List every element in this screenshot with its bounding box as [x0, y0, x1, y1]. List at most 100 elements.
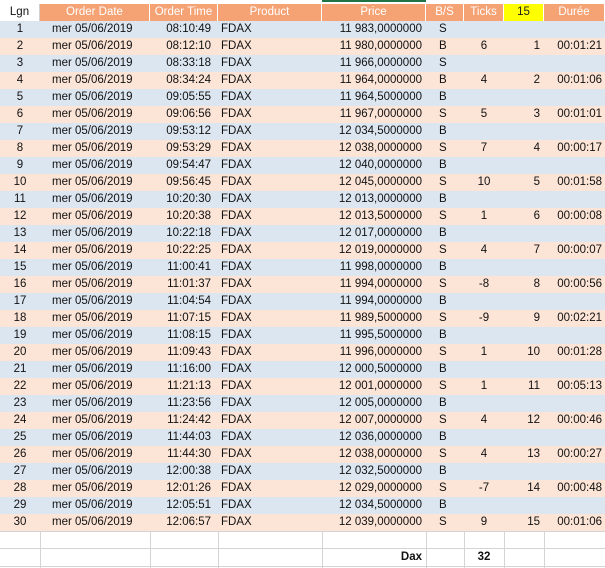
- cell-ticks[interactable]: [464, 463, 504, 480]
- cell-lgn[interactable]: 15: [0, 259, 40, 276]
- cell-bs[interactable]: S: [426, 514, 464, 531]
- header-product[interactable]: Product: [218, 4, 322, 21]
- cell-duree[interactable]: [544, 497, 605, 514]
- cell-lgn[interactable]: 27: [0, 463, 40, 480]
- cell-ticks[interactable]: [464, 293, 504, 310]
- cell-duree[interactable]: [544, 157, 605, 174]
- cell-order-time[interactable]: 11:04:54: [150, 293, 218, 310]
- cell-product[interactable]: FDAX: [218, 55, 322, 72]
- cell-ticks[interactable]: [464, 55, 504, 72]
- cell-order-time[interactable]: 09:54:47: [150, 157, 218, 174]
- table-row[interactable]: 17 mer 05/06/2019 11:04:54 FDAX 11 994,00000…: [0, 293, 605, 310]
- cell-order-time[interactable]: 12:01:26: [150, 480, 218, 497]
- cell-lgn[interactable]: 25: [0, 429, 40, 446]
- cell-order-time[interactable]: 08:33:18: [150, 55, 218, 72]
- cell-duree[interactable]: 00:00:46: [544, 412, 605, 429]
- table-row[interactable]: 5 mer 05/06/2019 09:05:55 FDAX 11 964,500000…: [0, 89, 605, 106]
- table-row[interactable]: 14 mer 05/06/2019 10:22:25 FDAX 12 019,00000…: [0, 242, 605, 259]
- cell-order-date[interactable]: mer 05/06/2019: [40, 208, 150, 225]
- table-row[interactable]: 18 mer 05/06/2019 11:07:15 FDAX 11 989,50000…: [0, 310, 605, 327]
- table-row[interactable]: 21 mer 05/06/2019 11:16:00 FDAX 12 000,50000…: [0, 361, 605, 378]
- cell-price[interactable]: 12 032,5000000: [322, 463, 426, 480]
- cell-bs[interactable]: S: [426, 412, 464, 429]
- table-row[interactable]: 11 mer 05/06/2019 10:20:30 FDAX 12 013,00000…: [0, 191, 605, 208]
- cell-lgn[interactable]: 20: [0, 344, 40, 361]
- cell-bs[interactable]: S: [426, 106, 464, 123]
- cell-bs[interactable]: S: [426, 276, 464, 293]
- cell-ticks[interactable]: 1: [464, 378, 504, 395]
- cell-bs[interactable]: S: [426, 378, 464, 395]
- cell-count[interactable]: 8: [504, 276, 544, 293]
- cell-order-date[interactable]: mer 05/06/2019: [40, 174, 150, 191]
- cell-ticks[interactable]: 4: [464, 242, 504, 259]
- cell-order-time[interactable]: 11:24:42: [150, 412, 218, 429]
- cell-lgn[interactable]: 8: [0, 140, 40, 157]
- cell-lgn[interactable]: 30: [0, 514, 40, 531]
- total-label[interactable]: Dax: [322, 549, 426, 566]
- cell-product[interactable]: FDAX: [218, 106, 322, 123]
- cell-duree[interactable]: [544, 21, 605, 38]
- cell-duree[interactable]: [544, 55, 605, 72]
- cell-count[interactable]: [504, 463, 544, 480]
- table-row[interactable]: 7 mer 05/06/2019 09:53:12 FDAX 12 034,500000…: [0, 123, 605, 140]
- cell-count[interactable]: 6: [504, 208, 544, 225]
- cell-product[interactable]: FDAX: [218, 72, 322, 89]
- cell-count[interactable]: [504, 21, 544, 38]
- cell-price[interactable]: 12 000,5000000: [322, 361, 426, 378]
- cell-lgn[interactable]: 23: [0, 395, 40, 412]
- cell-count[interactable]: 11: [504, 378, 544, 395]
- cell-order-time[interactable]: 11:21:13: [150, 378, 218, 395]
- cell-bs[interactable]: B: [426, 157, 464, 174]
- cell-ticks[interactable]: [464, 89, 504, 106]
- cell-order-date[interactable]: mer 05/06/2019: [40, 344, 150, 361]
- cell-order-date[interactable]: mer 05/06/2019: [40, 480, 150, 497]
- table-row[interactable]: 10 mer 05/06/2019 09:56:45 FDAX 12 045,00000…: [0, 174, 605, 191]
- cell-price[interactable]: 11 998,0000000: [322, 259, 426, 276]
- table-row[interactable]: 9 mer 05/06/2019 09:54:47 FDAX 12 040,000000…: [0, 157, 605, 174]
- cell-duree[interactable]: 00:01:06: [544, 514, 605, 531]
- header-bs[interactable]: B/S: [426, 4, 464, 21]
- table-row[interactable]: 15 mer 05/06/2019 11:00:41 FDAX 11 998,00000…: [0, 259, 605, 276]
- cell-lgn[interactable]: 19: [0, 327, 40, 344]
- cell-order-date[interactable]: mer 05/06/2019: [40, 21, 150, 38]
- cell-product[interactable]: FDAX: [218, 327, 322, 344]
- cell-lgn[interactable]: 26: [0, 446, 40, 463]
- cell-duree[interactable]: [544, 259, 605, 276]
- cell-duree[interactable]: [544, 327, 605, 344]
- table-row[interactable]: 3 mer 05/06/2019 08:33:18 FDAX 11 966,000000…: [0, 55, 605, 72]
- cell-order-time[interactable]: 09:53:29: [150, 140, 218, 157]
- cell-order-time[interactable]: 11:16:00: [150, 361, 218, 378]
- cell-duree[interactable]: [544, 225, 605, 242]
- cell-order-date[interactable]: mer 05/06/2019: [40, 123, 150, 140]
- cell-order-date[interactable]: mer 05/06/2019: [40, 429, 150, 446]
- cell-order-date[interactable]: mer 05/06/2019: [40, 293, 150, 310]
- cell-lgn[interactable]: 21: [0, 361, 40, 378]
- table-row[interactable]: 12 mer 05/06/2019 10:20:38 FDAX 12 013,50000…: [0, 208, 605, 225]
- cell-order-date[interactable]: mer 05/06/2019: [40, 259, 150, 276]
- cell-ticks[interactable]: 10: [464, 174, 504, 191]
- cell-ticks[interactable]: 1: [464, 208, 504, 225]
- cell-product[interactable]: FDAX: [218, 242, 322, 259]
- cell-bs[interactable]: S: [426, 174, 464, 191]
- cell-price[interactable]: 12 029,0000000: [322, 480, 426, 497]
- cell-lgn[interactable]: 14: [0, 242, 40, 259]
- cell-duree[interactable]: 00:00:48: [544, 480, 605, 497]
- cell-order-time[interactable]: 09:53:12: [150, 123, 218, 140]
- cell-price[interactable]: 12 007,0000000: [322, 412, 426, 429]
- cell-price[interactable]: 12 040,0000000: [322, 157, 426, 174]
- cell-order-time[interactable]: 11:01:37: [150, 276, 218, 293]
- cell-count[interactable]: 13: [504, 446, 544, 463]
- cell-lgn[interactable]: 13: [0, 225, 40, 242]
- cell-ticks[interactable]: [464, 225, 504, 242]
- cell-bs[interactable]: S: [426, 55, 464, 72]
- cell-product[interactable]: FDAX: [218, 514, 322, 531]
- cell-price[interactable]: 12 038,0000000: [322, 446, 426, 463]
- cell-ticks[interactable]: [464, 157, 504, 174]
- table-row[interactable]: 20 mer 05/06/2019 11:09:43 FDAX 11 996,00000…: [0, 344, 605, 361]
- cell-product[interactable]: FDAX: [218, 429, 322, 446]
- cell-ticks[interactable]: [464, 21, 504, 38]
- cell-bs[interactable]: B: [426, 395, 464, 412]
- table-row[interactable]: 29 mer 05/06/2019 12:05:51 FDAX 12 034,50000…: [0, 497, 605, 514]
- cell-order-date[interactable]: mer 05/06/2019: [40, 242, 150, 259]
- cell-bs[interactable]: S: [426, 21, 464, 38]
